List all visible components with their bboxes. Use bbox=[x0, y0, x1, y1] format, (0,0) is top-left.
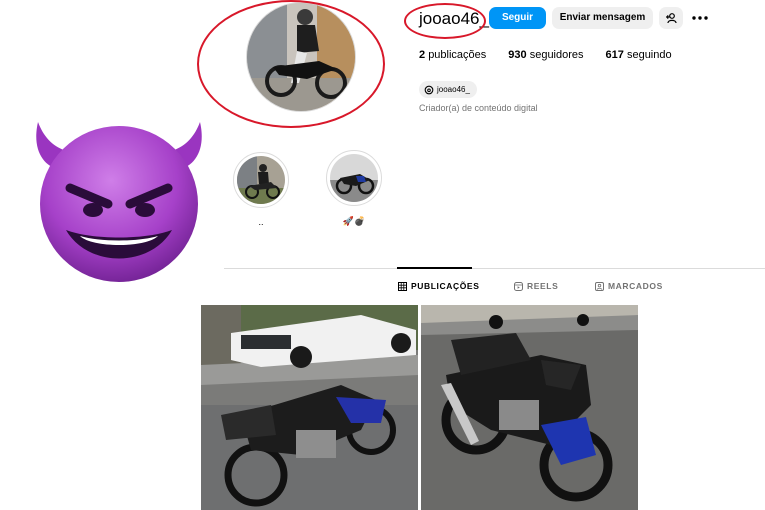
tab-reels[interactable]: REELS bbox=[514, 281, 558, 291]
tagged-icon bbox=[595, 281, 604, 291]
post-photo bbox=[421, 305, 638, 510]
annotation-circle-avatar bbox=[197, 0, 385, 128]
post-thumbnail[interactable] bbox=[421, 305, 638, 510]
post-thumbnail[interactable] bbox=[201, 305, 418, 510]
annotation-circle-username bbox=[404, 3, 486, 39]
more-horizontal-icon bbox=[692, 16, 708, 20]
person-add-icon bbox=[666, 13, 677, 24]
tab-publicacoes[interactable]: PUBLICAÇÕES bbox=[398, 281, 479, 291]
grid-icon bbox=[398, 281, 407, 291]
followers-stat[interactable]: 930 seguidores bbox=[508, 49, 583, 61]
send-message-button[interactable]: Enviar mensagem bbox=[552, 7, 653, 29]
story-highlight[interactable] bbox=[326, 150, 382, 206]
threads-handle: jooao46_ bbox=[437, 85, 470, 94]
highlight-cover bbox=[237, 156, 285, 204]
highlight-label: .. bbox=[258, 217, 264, 227]
post-photo bbox=[201, 305, 418, 510]
following-stat[interactable]: 617 seguindo bbox=[606, 49, 672, 61]
suggest-user-button[interactable] bbox=[659, 7, 683, 29]
story-highlight[interactable] bbox=[233, 152, 289, 208]
highlight-cover bbox=[330, 154, 378, 202]
active-tab-indicator bbox=[397, 267, 472, 269]
more-options-button[interactable] bbox=[690, 8, 710, 28]
smiling-devil-emoji bbox=[8, 108, 223, 283]
profile-category: Criador(a) de conteúdo digital bbox=[419, 103, 538, 113]
reels-icon bbox=[514, 281, 523, 291]
threads-icon bbox=[424, 85, 434, 94]
tabs-divider bbox=[224, 268, 765, 269]
threads-badge[interactable]: jooao46_ bbox=[419, 81, 477, 98]
highlight-label: 🚀💣 bbox=[342, 216, 366, 226]
devil-face-icon bbox=[36, 122, 202, 282]
follow-button[interactable]: Seguir bbox=[489, 7, 546, 29]
posts-stat[interactable]: 2 publicações bbox=[419, 49, 486, 61]
profile-stats: 2 publicações 930 seguidores 617 seguind… bbox=[419, 49, 672, 61]
tab-marcados[interactable]: MARCADOS bbox=[595, 281, 663, 291]
